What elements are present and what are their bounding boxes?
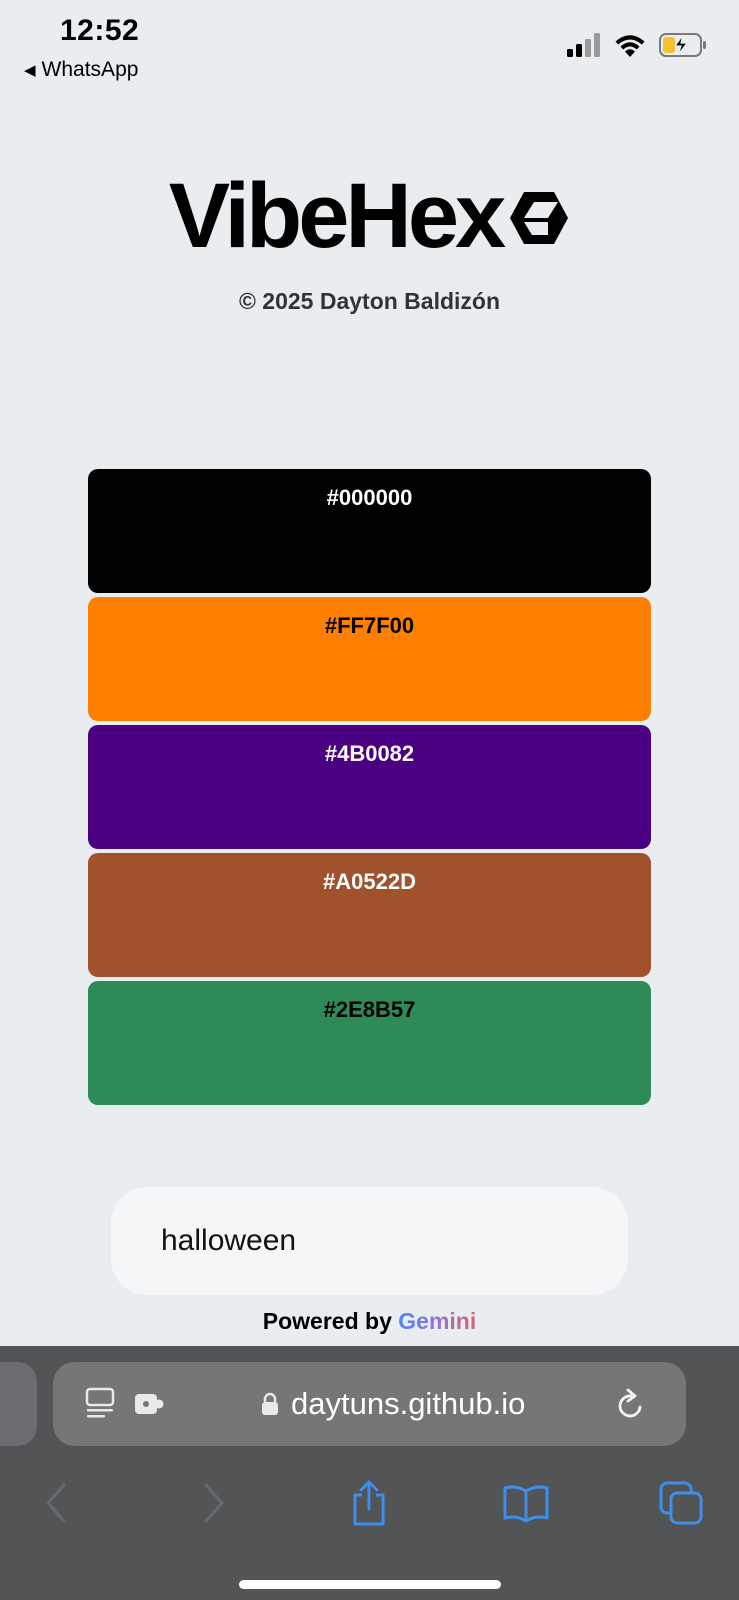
powered-prefix: Powered by [262,1308,392,1334]
url-display[interactable]: daytuns.github.io [261,1362,525,1446]
color-palette: #000000 #FF7F00 #4B0082 #A0522D #2E8B57 [88,469,651,1109]
address-bar[interactable]: daytuns.github.io [53,1362,686,1446]
color-swatch[interactable]: #000000 [88,469,651,593]
tabs-icon[interactable] [658,1468,704,1538]
back-triangle-icon: ◀ [24,62,36,79]
status-time: 12:52 [60,14,140,47]
copyright-text: © 2025 Dayton Baldizón [238,288,501,314]
battery-charging-icon [659,33,706,57]
swatch-hex-label: #2E8B57 [323,997,416,1022]
wifi-icon [615,34,645,57]
vibe-prompt-input[interactable]: halloween [111,1187,628,1295]
swatch-hex-label: #4B0082 [324,741,415,766]
bookmarks-icon[interactable] [500,1468,552,1538]
back-app-label: WhatsApp [41,58,139,81]
back-to-app-link[interactable]: ◀ WhatsApp [24,58,138,82]
bottom-toolbar [0,1468,739,1538]
share-icon[interactable] [346,1468,392,1538]
gemini-link[interactable]: Gemini [398,1308,476,1334]
previous-tab-peek[interactable] [0,1362,37,1446]
brand-title: VibeHex [168,165,506,267]
swatch-hex-label: #FF7F00 [324,613,415,638]
back-icon[interactable] [36,1468,76,1538]
url-text: daytuns.github.io [291,1386,526,1421]
color-swatch[interactable]: #A0522D [88,853,651,977]
home-indicator [239,1580,501,1589]
lock-icon [262,1392,278,1415]
color-swatch[interactable]: #4B0082 [88,725,651,849]
signal-icon [567,33,600,57]
color-swatch[interactable]: #FF7F00 [88,597,651,721]
extension-icon[interactable] [133,1362,165,1446]
color-swatch[interactable]: #2E8B57 [88,981,651,1105]
reload-icon[interactable] [615,1362,647,1446]
swatch-hex-label: #000000 [326,485,413,510]
reader-icon[interactable] [85,1362,115,1446]
browser-chrome: daytuns.github.io [0,1346,739,1600]
swatch-hex-label: #A0522D [323,869,416,894]
hexagon-cube-icon [510,192,569,244]
brand-header: VibeHex [0,170,739,262]
forward-icon[interactable] [194,1468,234,1538]
powered-by-text: Powered by Gemini [0,1308,739,1335]
prompt-value: halloween [161,1224,297,1257]
status-bar: 12:52 ◀ WhatsApp [0,0,739,90]
